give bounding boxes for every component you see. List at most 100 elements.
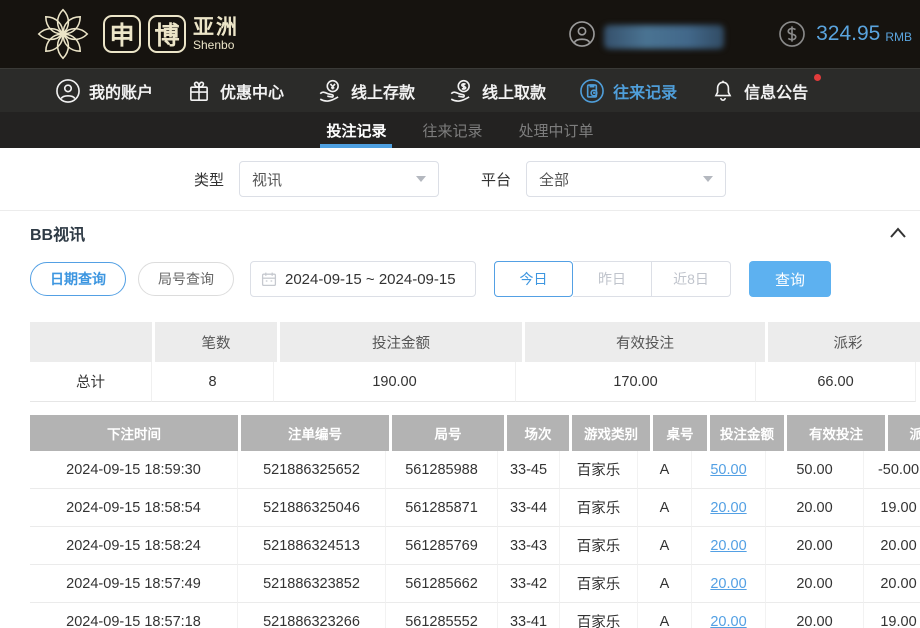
date-shortcut-group: 今日 昨日 近8日 [494, 261, 731, 297]
bet-amount-link[interactable]: 20.00 [710, 538, 746, 554]
flower-logo-icon [36, 7, 90, 61]
cell-valid: 20.00 [766, 603, 864, 628]
nav-item-announcements[interactable]: 信息公告 [710, 78, 808, 104]
subtab-pending-orders[interactable]: 处理中订单 [516, 112, 597, 148]
nav-item-withdraw[interactable]: 线上取款 [448, 78, 546, 104]
cell-bet: 20.00 [692, 527, 766, 565]
summary-header-cell [30, 322, 152, 362]
cell-table_no: A [638, 565, 692, 603]
cell-game: 百家乐 [560, 527, 638, 565]
records-header-cell: 投注金额 [710, 415, 784, 451]
cell-valid: 20.00 [766, 489, 864, 527]
summary-table: 笔数投注金额有效投注派彩 总计8190.00170.0066.00 [30, 322, 920, 402]
records-header-cell: 派彩 [888, 415, 920, 451]
cell-payout: 20.00 [864, 565, 920, 603]
cell-table_no: A [638, 527, 692, 565]
bet-amount-link[interactable]: 20.00 [710, 500, 746, 516]
summary-header-cell: 有效投注 [525, 322, 765, 362]
platform-select[interactable]: 全部 [526, 161, 726, 197]
records-header-cell: 有效投注 [787, 415, 885, 451]
nav-item-my-account[interactable]: 我的账户 [55, 78, 153, 104]
date-range-input[interactable]: 2024-09-15 ~ 2024-09-15 [250, 261, 476, 297]
platform-select-value: 全部 [539, 169, 569, 190]
cell-time: 2024-09-15 18:57:49 [30, 565, 238, 603]
balance-amount[interactable]: 324.95 [816, 22, 880, 46]
collapse-chevron-up-icon[interactable] [889, 226, 907, 240]
cell-session: 33-42 [498, 565, 560, 603]
table-row: 2024-09-15 18:58:54521886325046561285871… [30, 489, 920, 527]
logo-char-shen: 申 [103, 15, 141, 53]
cell-session: 33-41 [498, 603, 560, 628]
cell-game: 百家乐 [560, 565, 638, 603]
cell-bet_id: 521886325652 [238, 451, 386, 489]
nav-item-records[interactable]: 往来记录 [579, 78, 677, 104]
cell-bet: 20.00 [692, 489, 766, 527]
summary-header-cell: 派彩 [768, 322, 920, 362]
logo-region-cn: 亚洲 [193, 17, 239, 39]
cell-bet_id: 521886323852 [238, 565, 386, 603]
bet-amount-link[interactable]: 20.00 [710, 614, 746, 628]
cell-game: 百家乐 [560, 489, 638, 527]
app-header: 申 博 亚洲 Shenbo 324.95 RMB [0, 0, 920, 68]
cell-round: 561285988 [386, 451, 498, 489]
calendar-icon [261, 271, 277, 287]
withdraw-icon [448, 78, 474, 104]
bell-icon [710, 78, 736, 104]
table-row: 2024-09-15 18:57:18521886323266561285552… [30, 603, 920, 628]
table-row: 2024-09-15 18:58:24521886324513561285769… [30, 527, 920, 565]
platform-filter-label: 平台 [481, 169, 511, 190]
cell-table_no: A [638, 489, 692, 527]
yesterday-button[interactable]: 昨日 [573, 261, 652, 297]
brand-logo[interactable]: 申 博 亚洲 Shenbo [36, 7, 239, 61]
notification-dot [814, 74, 821, 81]
nav-item-promo-center[interactable]: 优惠中心 [186, 78, 284, 104]
type-filter-group: 类型 视讯 [194, 161, 439, 197]
cell-payout: 19.00 [864, 489, 920, 527]
user-avatar-icon[interactable] [568, 20, 596, 48]
cell-bet: 20.00 [692, 603, 766, 628]
subtab-bet-records[interactable]: 投注记录 [323, 112, 389, 148]
table-row: 2024-09-15 18:59:30521886325652561285988… [30, 451, 920, 489]
cell-time: 2024-09-15 18:59:30 [30, 451, 238, 489]
query-controls: 日期查询 局号查询 2024-09-15 ~ 2024-09-15 今日 昨日 … [0, 255, 920, 315]
caret-down-icon [703, 176, 713, 182]
nav-item-label: 往来记录 [613, 79, 677, 103]
page: 申 博 亚洲 Shenbo 324.95 RMB [0, 0, 920, 628]
section-title: BB视讯 [30, 221, 85, 245]
date-range-value: 2024-09-15 ~ 2024-09-15 [285, 271, 456, 288]
logo-region: 亚洲 Shenbo [193, 17, 239, 52]
cell-round: 561285552 [386, 603, 498, 628]
cell-bet: 50.00 [692, 451, 766, 489]
header-account-area: 324.95 RMB [568, 20, 912, 48]
cell-payout: 19.00 [864, 603, 920, 628]
nav-item-deposit[interactable]: 线上存款 [317, 78, 415, 104]
cell-session: 33-44 [498, 489, 560, 527]
subtab-transactions[interactable]: 往来记录 [419, 112, 485, 148]
round-query-button[interactable]: 局号查询 [138, 262, 234, 296]
date-query-button[interactable]: 日期查询 [30, 262, 126, 296]
bet-amount-link[interactable]: 50.00 [710, 462, 746, 478]
table-row: 2024-09-15 18:57:49521886323852561285662… [30, 565, 920, 603]
cell-valid: 20.00 [766, 527, 864, 565]
cell-game: 百家乐 [560, 603, 638, 628]
cell-table_no: A [638, 451, 692, 489]
balance-coin-icon[interactable] [778, 20, 806, 48]
cell-round: 561285871 [386, 489, 498, 527]
subtab-bar: 投注记录往来记录处理中订单 [0, 112, 920, 148]
cell-bet_id: 521886325046 [238, 489, 386, 527]
type-select[interactable]: 视讯 [239, 161, 439, 197]
last-8-days-button[interactable]: 近8日 [652, 261, 731, 297]
deposit-icon [317, 78, 343, 104]
records-icon [579, 78, 605, 104]
type-select-value: 视讯 [252, 169, 282, 190]
records-body: 2024-09-15 18:59:30521886325652561285988… [30, 451, 920, 628]
cell-valid: 50.00 [766, 451, 864, 489]
cell-bet_id: 521886323266 [238, 603, 386, 628]
records-header-row: 下注时间注单编号局号场次游戏类别桌号投注金额有效投注派彩 [30, 415, 920, 451]
bet-amount-link[interactable]: 20.00 [710, 576, 746, 592]
logo-char-bo: 博 [148, 15, 186, 53]
search-button[interactable]: 查询 [749, 261, 831, 297]
today-button[interactable]: 今日 [494, 261, 573, 297]
cell-valid: 20.00 [766, 565, 864, 603]
cell-bet_id: 521886324513 [238, 527, 386, 565]
